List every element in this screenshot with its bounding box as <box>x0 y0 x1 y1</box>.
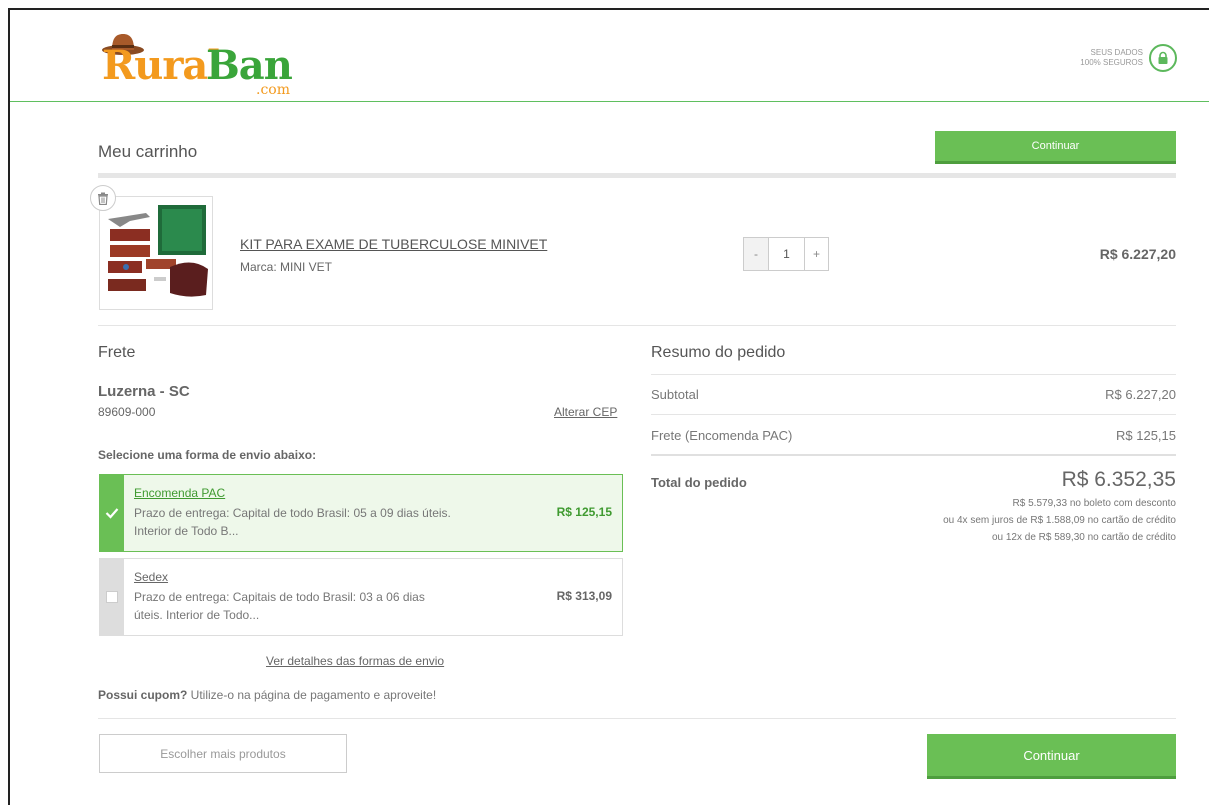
shipping-city: Luzerna - SC <box>98 383 190 400</box>
shipping-option-name[interactable]: Encomenda PAC <box>134 486 225 500</box>
shipping-option-price: R$ 125,15 <box>556 505 612 519</box>
subtotal-label: Subtotal <box>651 387 699 402</box>
coupon-text: Utilize-o na página de pagamento e aprov… <box>187 688 437 702</box>
shipping-option-price: R$ 313,09 <box>556 589 612 603</box>
more-products-button[interactable]: Escolher mais produtos <box>99 734 347 773</box>
shipping-option-sedex[interactable]: Sedex Prazo de entrega: Capitais de todo… <box>99 558 623 636</box>
continue-button-top[interactable]: Continuar <box>935 131 1176 164</box>
shipping-option-desc: Prazo de entrega: Capital de todo Brasil… <box>134 506 451 538</box>
change-cep-link[interactable]: Alterar CEP <box>554 405 617 419</box>
shipping-option-checkbox[interactable] <box>100 559 124 635</box>
trash-icon[interactable] <box>90 185 116 211</box>
cart-title: Meu carrinho <box>98 142 198 161</box>
quantity-stepper: - 1 + <box>743 237 829 271</box>
shipping-details-link[interactable]: Ver detalhes das formas de envio <box>266 654 444 668</box>
secure-badge: SEUS DADOS 100% SEGUROS <box>1080 44 1177 72</box>
product-name-link[interactable]: KIT PARA EXAME DE TUBERCULOSE MINIVET <box>240 236 547 252</box>
divider <box>651 454 1176 456</box>
shipping-select-label: Selecione uma forma de envio abaixo: <box>98 448 317 462</box>
quantity-decrease-button[interactable]: - <box>744 238 768 270</box>
shipping-option-name[interactable]: Sedex <box>134 570 168 584</box>
logo-com-text: .com <box>256 82 290 98</box>
secure-line-2: 100% SEGUROS <box>1080 58 1143 67</box>
shipping-option-pac[interactable]: Encomenda PAC Prazo de entrega: Capital … <box>99 474 623 552</box>
ruralban-logo[interactable]: Rural Ban .com <box>100 28 300 98</box>
product-price: R$ 6.227,20 <box>1099 246 1176 262</box>
boleto-price: R$ 5.579,33 no boleto com desconto <box>1012 498 1176 509</box>
subtotal-row: Subtotal R$ 6.227,20 <box>651 387 1176 402</box>
summary-title: Resumo do pedido <box>651 344 786 361</box>
coupon-question: Possui cupom? <box>98 688 188 702</box>
secure-line-1: SEUS DADOS <box>1090 48 1143 57</box>
divider <box>651 374 1176 375</box>
shipping-cost-value: R$ 125,15 <box>1116 428 1176 443</box>
continue-button-bottom[interactable]: Continuar <box>927 734 1176 779</box>
total-label: Total do pedido <box>651 475 747 490</box>
installments-12x: ou 12x de R$ 589,30 no cartão de crédito <box>991 532 1176 543</box>
installments-4x: ou 4x sem juros de R$ 1.588,09 no cartão… <box>943 515 1176 526</box>
page-frame: Rural Ban .com SEUS DADOS 100% SEGUROS M… <box>8 8 1209 805</box>
subtotal-value: R$ 6.227,20 <box>1105 387 1176 402</box>
divider-bar <box>98 173 1176 178</box>
divider <box>98 325 1176 326</box>
quantity-input[interactable]: 1 <box>768 238 804 270</box>
product-brand: Marca: MINI VET <box>240 260 333 274</box>
shipping-title: Frete <box>98 344 136 361</box>
total-value: R$ 6.352,35 <box>1061 468 1176 491</box>
logo-rural-text: Rural <box>102 42 223 89</box>
site-header: Rural Ban .com SEUS DADOS 100% SEGUROS <box>10 10 1209 102</box>
shipping-option-desc: Prazo de entrega: Capitais de todo Brasi… <box>134 590 425 622</box>
divider <box>98 718 1176 719</box>
product-image[interactable] <box>99 196 213 310</box>
check-icon <box>105 508 119 519</box>
quantity-increase-button[interactable]: + <box>804 238 828 270</box>
shipping-cep: 89609-000 <box>98 405 156 419</box>
shipping-cost-label: Frete (Encomenda PAC) <box>651 428 793 443</box>
checkbox-icon <box>106 591 118 603</box>
lock-icon <box>1149 44 1177 72</box>
secure-text: SEUS DADOS 100% SEGUROS <box>1080 48 1143 68</box>
divider <box>651 414 1176 415</box>
shipping-cost-row: Frete (Encomenda PAC) R$ 125,15 <box>651 428 1176 443</box>
shipping-option-checkbox[interactable] <box>100 475 124 551</box>
coupon-note: Possui cupom? Utilize-o na página de pag… <box>98 688 436 702</box>
